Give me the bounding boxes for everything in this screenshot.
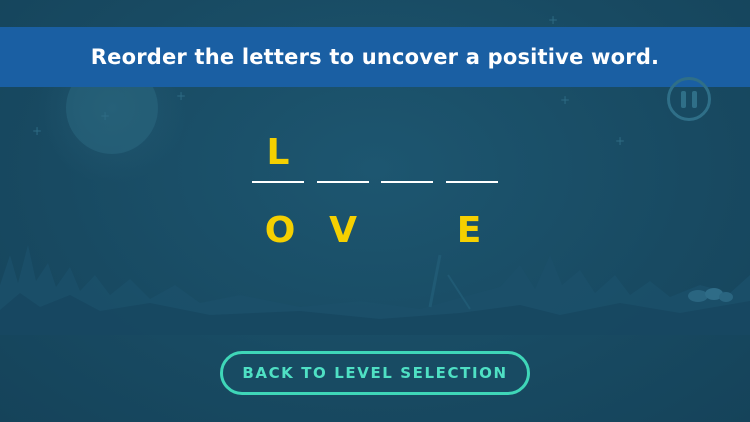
pause-icon [681,90,686,108]
pause-icon [692,90,697,108]
sparkle-icon: + [32,124,43,138]
answer-slot-2[interactable] [317,130,369,184]
answer-letter [317,130,369,176]
answer-underline [252,181,304,183]
answer-underline [381,181,433,183]
letter-tile-o[interactable]: O [254,208,306,254]
letter-tile-e[interactable]: E [443,208,495,254]
answer-slot-1[interactable]: L [252,130,304,184]
grass-silhouette [0,245,750,335]
answer-underline [446,181,498,183]
pause-button[interactable] [667,77,711,121]
sparkle-icon: + [100,109,111,123]
answer-slot-4[interactable] [446,130,498,184]
instruction-banner: Reorder the letters to uncover a positiv… [0,27,750,87]
answer-slot-3[interactable] [381,130,433,184]
answer-letter [381,130,433,176]
answer-letter: L [266,132,290,173]
answer-letter [446,130,498,176]
sparkle-icon: + [560,93,571,107]
game-stage: + + + + + + Reorder the letters to uncov… [0,0,750,422]
instruction-text: Reorder the letters to uncover a positiv… [90,45,660,69]
answer-underline [317,181,369,183]
sparkle-icon: + [548,13,559,27]
back-to-level-selection-button[interactable]: BACK TO LEVEL SELECTION [220,351,530,395]
letter-tile-v[interactable]: V [317,208,369,254]
letter-tile-empty [381,208,433,254]
sparkle-icon: + [176,89,187,103]
back-button-label: BACK TO LEVEL SELECTION [242,364,508,382]
rocks [688,288,733,302]
sparkle-icon: + [615,134,626,148]
